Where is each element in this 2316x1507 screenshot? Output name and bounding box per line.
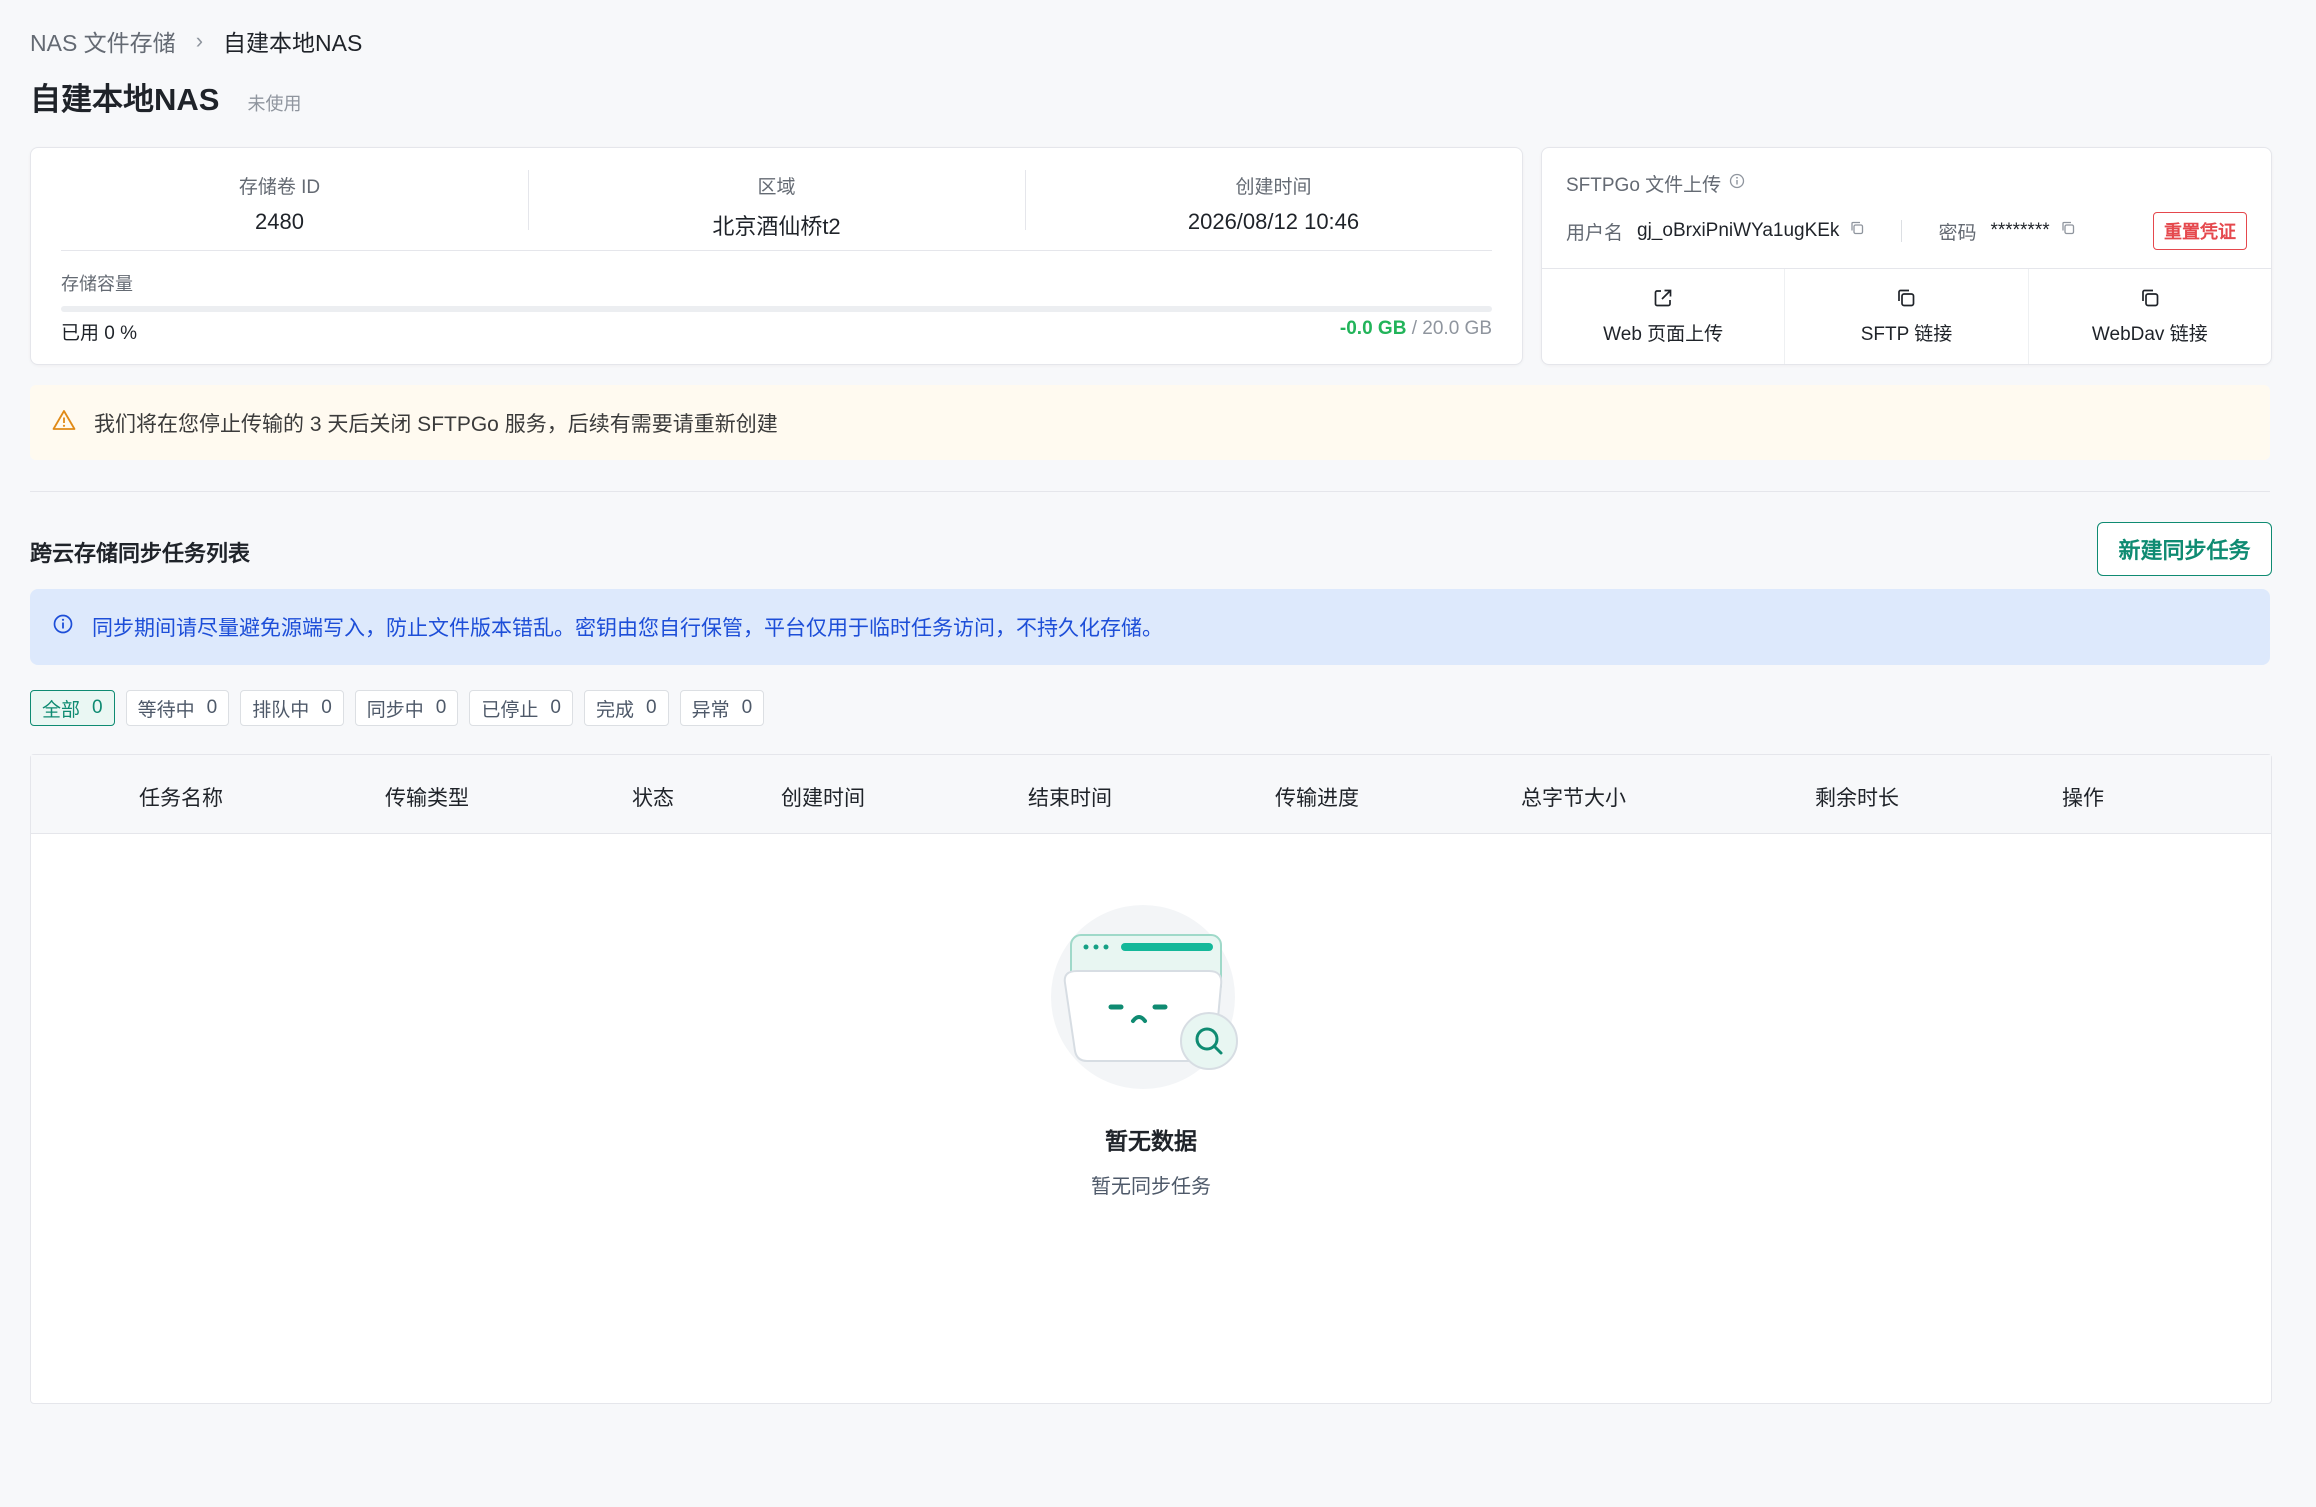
breadcrumb-current: 自建本地NAS xyxy=(223,30,363,56)
sftp-title: SFTPGo 文件上传 xyxy=(1566,170,1745,197)
filter-count: 0 xyxy=(741,697,753,718)
sync-task-table: 任务名称 传输类型 状态 创建时间 结束时间 传输进度 总字节大小 剩余时长 操… xyxy=(30,754,2272,1404)
filter-label: 等待中 xyxy=(137,699,195,721)
used-size: -0.0 GB xyxy=(1339,318,1407,339)
capacity-label: 存储容量 xyxy=(61,274,133,294)
filter-label: 完成 xyxy=(595,699,634,721)
sftp-credentials: 用户名 gj_oBrxiPniWYa1ugKEk 密码 ******** 重置凭… xyxy=(1566,212,2247,250)
password-value: ******** xyxy=(1990,220,2050,241)
column-header: 传输进度 xyxy=(1275,787,1359,810)
filter-label: 已停止 xyxy=(481,699,539,721)
new-sync-task-button[interactable]: 新建同步任务 xyxy=(2097,522,2272,576)
filter-error[interactable]: 异常 0 xyxy=(679,690,765,726)
column-header: 创建时间 xyxy=(781,787,865,810)
region-label: 区域 xyxy=(757,177,796,198)
capacity-progress-bar xyxy=(61,306,1492,312)
empty-folder-icon xyxy=(1051,905,1251,1100)
column-header: 任务名称 xyxy=(139,787,223,810)
copy-username-icon[interactable] xyxy=(1849,220,1865,242)
breadcrumb: NAS 文件存储 › 自建本地NAS xyxy=(30,24,362,58)
sftp-actions: Web 页面上传 SFTP 链接 WebDav 链接 xyxy=(1542,269,2271,364)
sftp-link-button[interactable]: SFTP 链接 xyxy=(1785,269,2029,364)
volume-id-label: 存储卷 ID xyxy=(238,177,321,198)
sftp-card: SFTPGo 文件上传 用户名 gj_oBrxiPniWYa1ugKEk 密码 … xyxy=(1541,147,2272,365)
volume-info-card: 存储卷 ID 2480 区域 北京酒仙桥t2 创建时间 2026/08/12 1… xyxy=(30,147,1523,365)
sync-notice-text: 同步期间请尽量避免源端写入，防止文件版本错乱。密钥由您自行保管，平台仅用于临时任… xyxy=(92,617,1163,640)
column-header: 操作 xyxy=(2062,787,2104,810)
filter-label: 排队中 xyxy=(252,699,310,721)
empty-state: 暂无数据 暂无同步任务 xyxy=(31,905,2271,1199)
web-upload-label: Web 页面上传 xyxy=(1603,324,1724,345)
capacity-separator: / xyxy=(1406,318,1423,339)
created-label: 创建时间 xyxy=(1235,177,1312,198)
column-header: 状态 xyxy=(632,787,674,810)
column-header: 传输类型 xyxy=(385,787,469,810)
filter-label: 全部 xyxy=(42,699,81,721)
sftp-title-text: SFTPGo 文件上传 xyxy=(1566,175,1722,196)
breadcrumb-root-link[interactable]: NAS 文件存储 xyxy=(30,24,176,58)
breadcrumb-separator: › xyxy=(195,28,204,53)
column-header: 总字节大小 xyxy=(1521,787,1626,810)
filter-all[interactable]: 全部 0 xyxy=(30,690,115,726)
volume-id-stat: 存储卷 ID 2480 xyxy=(31,172,528,235)
copy-icon xyxy=(2139,287,2161,319)
status-filter-bar: 全部 0 等待中 0 排队中 0 同步中 0 已停止 0 完成 0 异常 0 xyxy=(30,690,765,726)
filter-queued[interactable]: 排队中 0 xyxy=(240,690,344,726)
page-title: 自建本地NAS xyxy=(30,82,220,117)
filter-count: 0 xyxy=(550,697,561,718)
filter-count: 0 xyxy=(92,697,103,718)
created-stat: 创建时间 2026/08/12 10:46 xyxy=(1025,172,1522,235)
filter-label: 异常 xyxy=(691,699,730,721)
copy-password-icon[interactable] xyxy=(2060,220,2076,242)
filter-label: 同步中 xyxy=(366,699,424,721)
sftp-link-label: SFTP 链接 xyxy=(1860,324,1953,345)
warning-banner: 我们将在您停止传输的 3 天后关闭 SFTPGo 服务，后续有需要请重新创建 xyxy=(30,385,2270,460)
filter-syncing[interactable]: 同步中 0 xyxy=(354,690,459,726)
column-header: 剩余时长 xyxy=(1815,787,1899,810)
info-divider xyxy=(61,250,1492,251)
credential-divider xyxy=(1901,220,1903,242)
reset-credentials-button[interactable]: 重置凭证 xyxy=(2153,212,2247,250)
region-value: 北京酒仙桥t2 xyxy=(712,214,841,239)
empty-title: 暂无数据 xyxy=(1105,1128,1197,1154)
info-icon[interactable] xyxy=(1729,173,1745,195)
table-header: 任务名称 传输类型 状态 创建时间 结束时间 传输进度 总字节大小 剩余时长 操… xyxy=(31,755,2271,834)
web-upload-button[interactable]: Web 页面上传 xyxy=(1542,269,1786,364)
sync-section-title: 跨云存储同步任务列表 xyxy=(30,541,251,566)
filter-count: 0 xyxy=(645,697,657,718)
webdav-link-button[interactable]: WebDav 链接 xyxy=(2029,269,2271,364)
warning-icon xyxy=(30,409,94,437)
column-header: 结束时间 xyxy=(1028,787,1112,810)
section-divider xyxy=(30,491,2270,492)
filter-waiting[interactable]: 等待中 0 xyxy=(125,690,230,726)
volume-id-value: 2480 xyxy=(255,209,304,234)
password-label: 密码 xyxy=(1938,222,1977,244)
copy-icon xyxy=(1895,287,1917,319)
region-stat: 区域 北京酒仙桥t2 xyxy=(528,172,1025,241)
capacity-summary: -0.0 GB / 20.0 GB xyxy=(1340,318,1492,340)
webdav-link-label: WebDav 链接 xyxy=(2091,324,2208,345)
filter-count: 0 xyxy=(435,697,447,718)
total-size: 20.0 GB xyxy=(1422,318,1492,339)
used-percent-text: 已用 0 % xyxy=(61,323,138,344)
empty-subtitle: 暂无同步任务 xyxy=(1091,1176,1211,1198)
username-label: 用户名 xyxy=(1566,222,1624,244)
username-value: gj_oBrxiPniWYa1ugKEk xyxy=(1637,220,1840,241)
filter-count: 0 xyxy=(321,697,332,718)
created-value: 2026/08/12 10:46 xyxy=(1187,209,1360,234)
page-header: 自建本地NAS 未使用 xyxy=(30,74,301,119)
filter-completed[interactable]: 完成 0 xyxy=(583,690,669,726)
filter-stopped[interactable]: 已停止 0 xyxy=(469,690,573,726)
sync-notice-banner: 同步期间请尽量避免源端写入，防止文件版本错乱。密钥由您自行保管，平台仅用于临时任… xyxy=(30,589,2270,665)
info-icon xyxy=(30,613,92,641)
filter-count: 0 xyxy=(206,697,218,718)
external-link-icon xyxy=(1652,287,1674,319)
warning-text: 我们将在您停止传输的 3 天后关闭 SFTPGo 服务，后续有需要请重新创建 xyxy=(94,412,778,436)
status-tag: 未使用 xyxy=(247,94,302,114)
